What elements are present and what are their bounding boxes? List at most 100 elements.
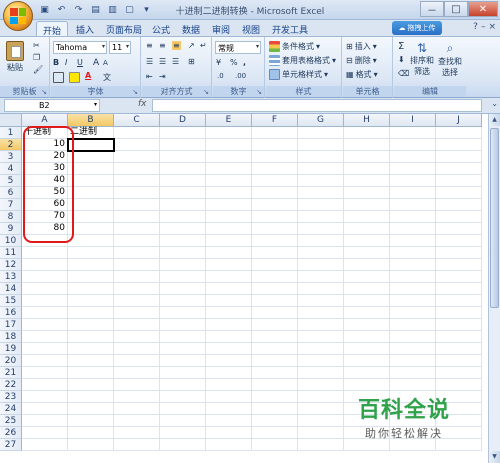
cell-J2[interactable]	[436, 139, 482, 151]
cell-E14[interactable]	[206, 283, 252, 295]
cell-E3[interactable]	[206, 151, 252, 163]
cell-B13[interactable]	[68, 271, 114, 283]
cell-E4[interactable]	[206, 163, 252, 175]
row-header[interactable]: 7	[0, 199, 22, 211]
cell-E27[interactable]	[206, 439, 252, 451]
cell-B25[interactable]	[68, 415, 114, 427]
help-icon[interactable]: ?	[473, 22, 478, 32]
tab-view[interactable]: 视图	[236, 21, 266, 36]
row-header[interactable]: 8	[0, 211, 22, 223]
cell-G3[interactable]	[298, 151, 344, 163]
cell-F22[interactable]	[252, 379, 298, 391]
cell-J7[interactable]	[436, 199, 482, 211]
cell-A22[interactable]	[22, 379, 68, 391]
cell-G22[interactable]	[298, 379, 344, 391]
cell-C17[interactable]	[114, 319, 160, 331]
cell-I13[interactable]	[390, 271, 436, 283]
row-header[interactable]: 18	[0, 331, 22, 343]
column-header[interactable]: D	[160, 114, 206, 127]
cell-E7[interactable]	[206, 199, 252, 211]
row-header[interactable]: 3	[0, 151, 22, 163]
format-as-table-button[interactable]: 套用表格格式 ▾	[269, 55, 336, 66]
row-header[interactable]: 17	[0, 319, 22, 331]
cell-C21[interactable]	[114, 367, 160, 379]
cell-C7[interactable]	[114, 199, 160, 211]
cell-C6[interactable]	[114, 187, 160, 199]
cell-G26[interactable]	[298, 427, 344, 439]
decrease-decimal-button[interactable]: .00	[235, 72, 246, 80]
cell-F27[interactable]	[252, 439, 298, 451]
cell-D4[interactable]	[160, 163, 206, 175]
cell-F8[interactable]	[252, 211, 298, 223]
cell-H17[interactable]	[344, 319, 390, 331]
cell-E13[interactable]	[206, 271, 252, 283]
cell-D3[interactable]	[160, 151, 206, 163]
launcher-icon[interactable]: ↘	[256, 87, 262, 98]
cell-I3[interactable]	[390, 151, 436, 163]
cell-G4[interactable]	[298, 163, 344, 175]
cell-I18[interactable]	[390, 331, 436, 343]
cell-F15[interactable]	[252, 295, 298, 307]
cell-D18[interactable]	[160, 331, 206, 343]
cell-H20[interactable]	[344, 355, 390, 367]
cell-A15[interactable]	[22, 295, 68, 307]
cell-F19[interactable]	[252, 343, 298, 355]
cell-G15[interactable]	[298, 295, 344, 307]
column-header[interactable]: F	[252, 114, 298, 127]
cell-J13[interactable]	[436, 271, 482, 283]
cell-H9[interactable]	[344, 223, 390, 235]
cell-F10[interactable]	[252, 235, 298, 247]
cell-D16[interactable]	[160, 307, 206, 319]
cell-E18[interactable]	[206, 331, 252, 343]
tab-review[interactable]: 审阅	[206, 21, 236, 36]
cell-E5[interactable]	[206, 175, 252, 187]
cell-F17[interactable]	[252, 319, 298, 331]
cell-G19[interactable]	[298, 343, 344, 355]
font-grow-button[interactable]: A	[93, 58, 99, 68]
cell-G27[interactable]	[298, 439, 344, 451]
cell-J9[interactable]	[436, 223, 482, 235]
cell-D14[interactable]	[160, 283, 206, 295]
minimize-button[interactable]: －	[420, 1, 444, 17]
copy-icon[interactable]: ❐	[33, 53, 40, 62]
cell-G24[interactable]	[298, 403, 344, 415]
cell-B9[interactable]	[68, 223, 114, 235]
cell-F24[interactable]	[252, 403, 298, 415]
cell-C23[interactable]	[114, 391, 160, 403]
cell-B27[interactable]	[68, 439, 114, 451]
cell-D1[interactable]	[160, 127, 206, 139]
italic-button[interactable]: I	[65, 58, 67, 67]
cell-J10[interactable]	[436, 235, 482, 247]
cell-H3[interactable]	[344, 151, 390, 163]
close-button[interactable]: ✕	[468, 1, 498, 17]
cell-F23[interactable]	[252, 391, 298, 403]
insert-button[interactable]: ⊞ 插入 ▾	[346, 41, 377, 52]
cell-I19[interactable]	[390, 343, 436, 355]
scroll-down-icon[interactable]: ▼	[489, 451, 500, 463]
column-header[interactable]: J	[436, 114, 482, 127]
number-format-select[interactable]: 常规 ▾	[215, 41, 261, 54]
cell-I11[interactable]	[390, 247, 436, 259]
row-header[interactable]: 1	[0, 127, 22, 139]
cell-B8[interactable]	[68, 211, 114, 223]
cell-C8[interactable]	[114, 211, 160, 223]
tab-page-layout[interactable]: 页面布局	[100, 21, 148, 36]
cell-C5[interactable]	[114, 175, 160, 187]
cell-A16[interactable]	[22, 307, 68, 319]
cell-E12[interactable]	[206, 259, 252, 271]
cell-C16[interactable]	[114, 307, 160, 319]
cell-D10[interactable]	[160, 235, 206, 247]
align-middle-icon[interactable]: ≡	[159, 41, 166, 50]
align-center-icon[interactable]: ☰	[159, 57, 166, 66]
cell-J20[interactable]	[436, 355, 482, 367]
column-header[interactable]: B	[68, 114, 114, 127]
format-button[interactable]: ▦ 格式 ▾	[346, 69, 378, 80]
cell-E1[interactable]	[206, 127, 252, 139]
cell-A23[interactable]	[22, 391, 68, 403]
cell-F26[interactable]	[252, 427, 298, 439]
cell-C2[interactable]	[114, 139, 160, 151]
tab-home[interactable]: 开始	[36, 21, 69, 37]
cell-D11[interactable]	[160, 247, 206, 259]
cell-B24[interactable]	[68, 403, 114, 415]
upload-button[interactable]: ☁ 拖拽上传	[392, 21, 442, 35]
